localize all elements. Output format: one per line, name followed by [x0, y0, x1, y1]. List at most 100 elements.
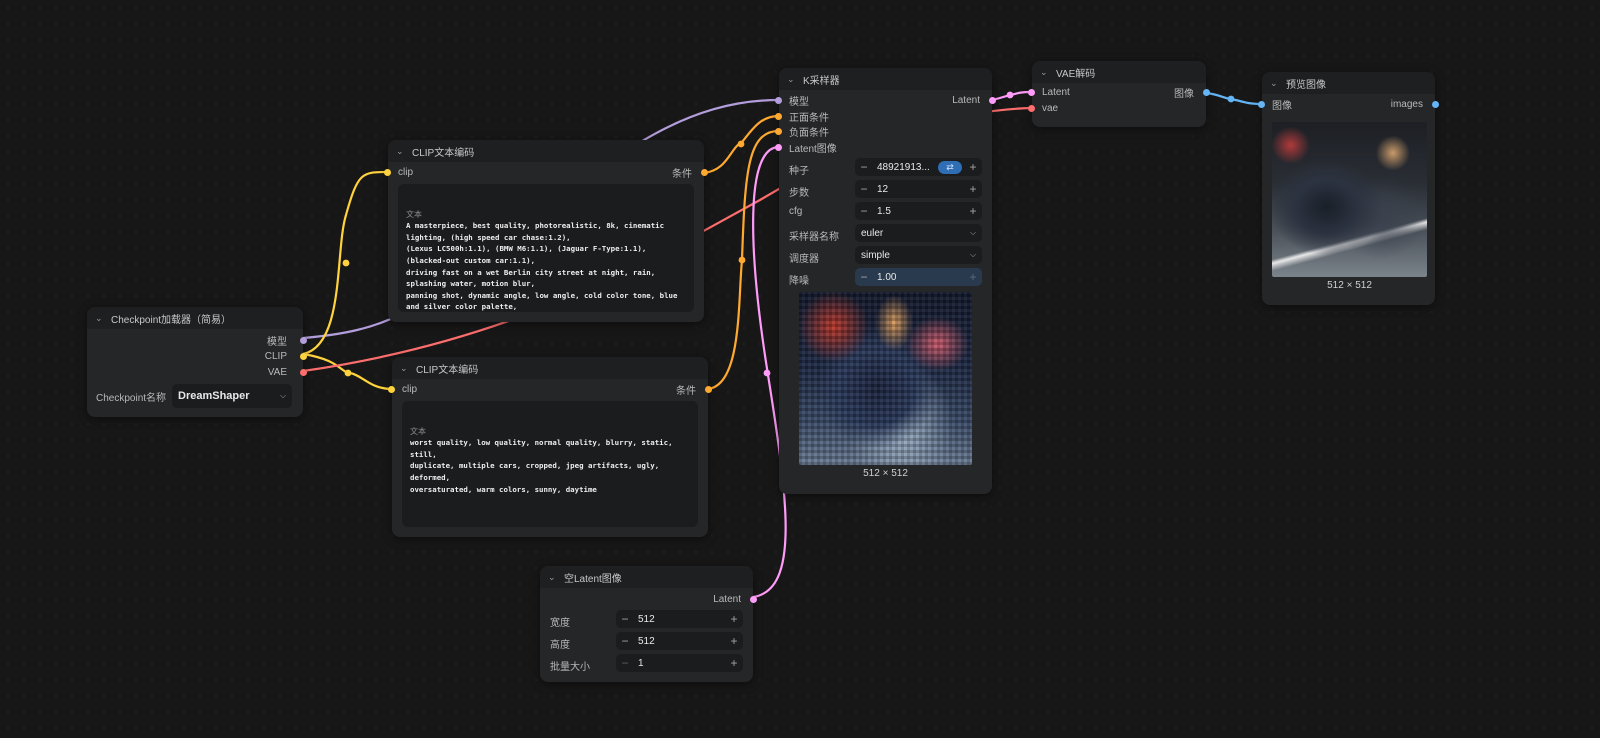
batch-size-stepper[interactable]: − 1 + [616, 654, 743, 672]
node-header[interactable]: ⌄ CLIP文本编码 [388, 140, 704, 162]
input-dot-positive[interactable] [775, 113, 782, 120]
checkpoint-select[interactable]: DreamShaper ⌵ [172, 384, 292, 408]
preview-image-node[interactable]: ⌄ 预览图像 图像 images 512 × 512 [1258, 72, 1439, 305]
output-dot-image[interactable] [1203, 89, 1210, 96]
input-slot-model[interactable]: 模型 [789, 93, 809, 108]
seed-stepper[interactable]: − 48921913... ⇄ + [855, 158, 982, 176]
output-dot-latent[interactable] [750, 596, 757, 603]
node-title: K采样器 [803, 75, 840, 87]
input-slot-positive[interactable]: 正面条件 [789, 109, 829, 124]
output-slot-conditioning[interactable]: 条件 [672, 165, 692, 180]
widget-label-batch-size: 批量大小 [550, 662, 590, 673]
input-slot-image[interactable]: 图像 [1272, 97, 1292, 112]
scheduler-select[interactable]: simple ⌵ [855, 246, 982, 264]
plus-icon[interactable]: + [964, 182, 982, 196]
image-size-caption: 512 × 512 [863, 468, 908, 479]
widget-label-denoise: 降噪 [789, 276, 809, 287]
minus-icon[interactable]: − [616, 612, 634, 626]
minus-icon[interactable]: − [855, 160, 873, 174]
plus-icon[interactable]: + [964, 204, 982, 218]
sampler-select[interactable]: euler ⌵ [855, 224, 982, 242]
input-dot-model[interactable] [775, 97, 782, 104]
minus-icon[interactable]: − [855, 270, 873, 284]
output-slot-model[interactable]: 模型 [267, 333, 287, 348]
input-dot-clip[interactable] [384, 169, 391, 176]
output-slot-vae[interactable]: VAE [268, 365, 287, 379]
minus-icon[interactable]: − [616, 634, 634, 648]
input-slot-clip[interactable]: clip [398, 165, 413, 179]
chevron-down-icon[interactable]: ⌄ [787, 74, 797, 85]
output-dot-latent[interactable] [989, 97, 996, 104]
input-dot-clip[interactable] [388, 386, 395, 393]
node-header[interactable]: ⌄ CLIP文本编码 [392, 357, 708, 379]
output-dot-clip[interactable] [300, 353, 307, 360]
minus-icon[interactable]: − [855, 182, 873, 196]
ksampler-node[interactable]: ⌄ K采样器 模型 正面条件 负面条件 Latent图像 Latent 种子 −… [775, 68, 996, 494]
input-slot-vae[interactable]: vae [1042, 101, 1058, 115]
prompt-textarea[interactable]: 文本 worst quality, low quality, normal qua… [402, 401, 698, 527]
slot-label: vae [1042, 102, 1059, 114]
generated-image[interactable] [1272, 122, 1427, 277]
input-dot-negative[interactable] [775, 128, 782, 135]
input-slot-latent-image[interactable]: Latent图像 [789, 140, 837, 155]
clip-text-encode-negative-node[interactable]: ⌄ CLIP文本编码 clip 条件 文本 worst quality, low … [388, 357, 712, 537]
output-slot-conditioning[interactable]: 条件 [676, 382, 696, 397]
chevron-down-icon[interactable]: ⌄ [95, 313, 105, 324]
output-slot-image[interactable]: 图像 [1174, 85, 1194, 100]
input-slot-negative[interactable]: 负面条件 [789, 124, 829, 139]
slot-label: 图像 [1272, 100, 1292, 112]
output-dot-model[interactable] [300, 337, 307, 344]
output-dot-images[interactable] [1432, 101, 1439, 108]
output-dot-vae[interactable] [300, 369, 307, 376]
minus-icon[interactable]: − [855, 204, 873, 218]
denoise-slider[interactable]: − 1.00 + [855, 268, 982, 286]
prompt-textarea[interactable]: 文本 A masterpiece, best quality, photoreal… [398, 184, 694, 312]
textarea-label: 文本 [406, 210, 422, 220]
plus-icon[interactable]: + [725, 612, 743, 626]
input-dot-latent[interactable] [1028, 89, 1035, 96]
steps-stepper[interactable]: − 12 + [855, 180, 982, 198]
plus-icon[interactable]: + [964, 160, 982, 174]
output-slot-clip[interactable]: CLIP [265, 349, 287, 363]
input-dot-latent-image[interactable] [775, 144, 782, 151]
slot-label: clip [402, 383, 418, 395]
plus-icon[interactable]: + [725, 656, 743, 670]
vae-decode-node[interactable]: ⌄ VAE解码 Latent vae 图像 [1028, 61, 1210, 127]
checkpoint-loader-node[interactable]: ⌄ Checkpoint加载器（简易） 模型 CLIP VAE Checkpoi… [87, 307, 307, 417]
output-dot-conditioning[interactable] [705, 386, 712, 393]
plus-icon[interactable]: + [964, 270, 982, 284]
clip-text-encode-positive-node[interactable]: ⌄ CLIP文本编码 clip 条件 文本 A masterpiece, best… [384, 140, 708, 322]
reroute-dot [342, 259, 350, 267]
cfg-stepper[interactable]: − 1.5 + [855, 202, 982, 220]
input-slot-latent[interactable]: Latent [1042, 85, 1070, 99]
widget-label-sampler: 采样器名称 [789, 232, 839, 243]
node-header[interactable]: ⌄ 空Latent图像 [540, 566, 753, 588]
node-header[interactable]: ⌄ Checkpoint加载器（简易） [87, 307, 303, 329]
output-slot-latent[interactable]: Latent [713, 592, 741, 606]
node-header[interactable]: ⌄ VAE解码 [1032, 61, 1206, 83]
select-value: DreamShaper [178, 390, 250, 402]
output-slot-images[interactable]: images [1391, 97, 1423, 111]
chevron-down-icon[interactable]: ⌄ [548, 572, 558, 583]
output-dot-conditioning[interactable] [701, 169, 708, 176]
widget-value: 1.00 [877, 271, 897, 283]
height-stepper[interactable]: − 512 + [616, 632, 743, 650]
chevron-down-icon: ⌵ [969, 250, 977, 259]
node-header[interactable]: ⌄ K采样器 [779, 68, 992, 90]
input-dot-image[interactable] [1258, 101, 1265, 108]
width-stepper[interactable]: − 512 + [616, 610, 743, 628]
chevron-down-icon[interactable]: ⌄ [1040, 67, 1050, 78]
plus-icon[interactable]: + [725, 634, 743, 648]
chevron-down-icon[interactable]: ⌄ [1270, 78, 1280, 89]
prompt-text: worst quality, low quality, normal quali… [410, 438, 673, 494]
input-slot-clip[interactable]: clip [402, 382, 417, 396]
slot-label: clip [398, 166, 414, 178]
chevron-down-icon[interactable]: ⌄ [400, 363, 410, 374]
output-slot-latent[interactable]: Latent [952, 93, 980, 107]
minus-icon[interactable]: − [616, 656, 634, 670]
node-header[interactable]: ⌄ 预览图像 [1262, 72, 1435, 94]
randomize-icon[interactable]: ⇄ [938, 160, 962, 174]
chevron-down-icon[interactable]: ⌄ [396, 146, 406, 157]
empty-latent-image-node[interactable]: ⌄ 空Latent图像 Latent 宽度 − 512 + 高度 − 512 +… [540, 566, 757, 682]
input-dot-vae[interactable] [1028, 105, 1035, 112]
